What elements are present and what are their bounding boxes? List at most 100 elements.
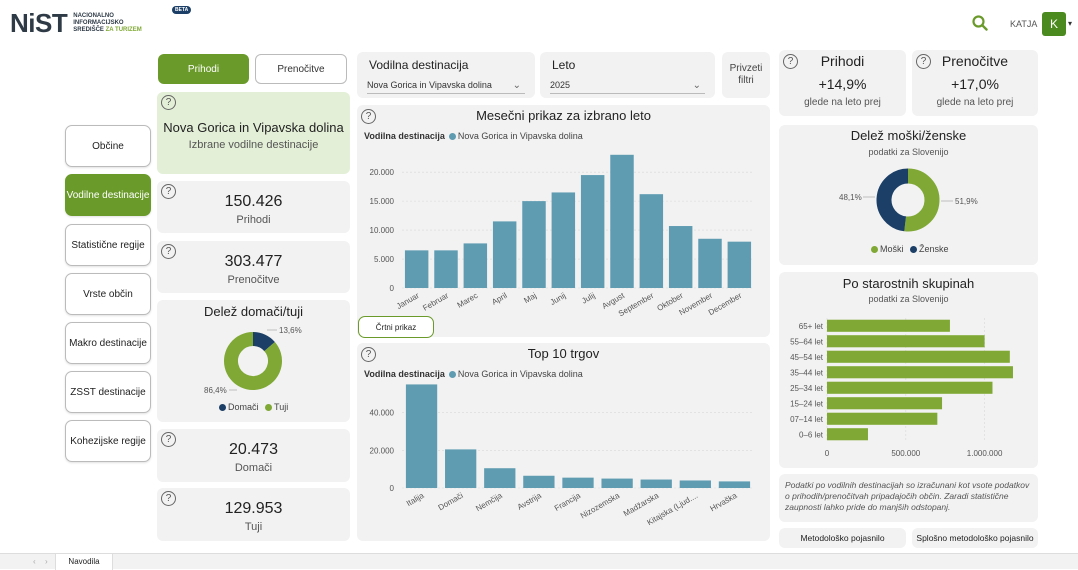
logo-sub-2: INFORMACIJSKO	[73, 19, 124, 26]
donut-slice	[252, 332, 275, 352]
bar	[492, 221, 517, 288]
x-tick-label: Nizozemska	[579, 491, 622, 521]
nav-label: Makro destinacije	[69, 337, 147, 349]
domaci-tuji-card: Delež domači/tuji 13,6% 86,4% Domači Tuj…	[157, 300, 350, 422]
nav-zsst-destinacije[interactable]: ZSST destinacije	[65, 371, 151, 413]
toggle-prenocitve-button[interactable]: Prenočitve	[255, 54, 347, 84]
y-tick-label: 20.000	[370, 446, 395, 455]
kpi-tuji: ? 129.953 Tuji	[157, 488, 350, 541]
bar	[434, 250, 458, 288]
kpi-value: 303.477	[224, 253, 283, 270]
bar	[522, 201, 546, 288]
logo-sub-1: NACIONALNO	[73, 12, 114, 19]
monthly-chart-card: ? Mesečni prikaz za izbrano leto Vodilna…	[357, 105, 770, 338]
tab-navodila[interactable]: Navodila	[55, 554, 113, 570]
bar	[405, 384, 438, 488]
bar	[827, 412, 938, 425]
tab-label: Navodila	[68, 557, 100, 566]
next-tab-icon[interactable]: ›	[45, 557, 48, 566]
year-dropdown-value: 2025	[550, 80, 571, 90]
bar	[551, 192, 576, 288]
nav-statisticne-regije[interactable]: Statistične regije	[65, 224, 151, 266]
bar	[580, 175, 605, 288]
donut-label-tuji: 86,4%	[204, 386, 227, 395]
donut-slice	[904, 168, 940, 232]
avatar[interactable]: K	[1042, 12, 1066, 36]
help-icon[interactable]: ?	[161, 95, 176, 110]
x-tick-label: Maj	[522, 291, 538, 305]
chevron-down-icon[interactable]: ▾	[1068, 19, 1072, 28]
y-tick-label: 15.000	[370, 197, 395, 206]
bar	[727, 241, 752, 288]
donut-label-zenske: 48,1%	[839, 193, 862, 202]
bar	[827, 381, 993, 394]
x-tick-label: Nemčija	[474, 491, 504, 514]
legend-domaci: Domači	[228, 402, 259, 412]
x-tick-label: Januar	[395, 291, 421, 311]
y-tick-label: 0	[390, 484, 395, 493]
reset-filters-button[interactable]: Privzeti filtri	[722, 52, 770, 98]
y-tick-label: 20.000	[370, 168, 395, 177]
y-tick-label: 5.000	[374, 255, 395, 264]
starost-card: Po starostnih skupinah podatki za Sloven…	[779, 272, 1038, 468]
legend-tuji: Tuji	[274, 402, 289, 412]
dest-filter-label: Vodilna destinacija	[369, 58, 469, 72]
bar	[639, 194, 664, 288]
nav-label: Občine	[92, 140, 124, 152]
year-filter-label: Leto	[552, 58, 576, 72]
dest-dropdown[interactable]: Nova Gorica in Vipavska dolina ⌄	[367, 76, 525, 94]
bar	[827, 319, 950, 332]
nav-makro-destinacije[interactable]: Makro destinacije	[65, 322, 151, 364]
logo[interactable]: NiST NACIONALNO INFORMACIJSKO SREDIŠČE Z…	[10, 6, 192, 38]
nav-vodilne-destinacije[interactable]: Vodilne destinacije	[65, 174, 151, 216]
line-view-button[interactable]: Črtni prikaz	[358, 316, 434, 338]
kpi-value: 20.473	[229, 441, 278, 458]
app-header: NiST NACIONALNO INFORMACIJSKO SREDIŠČE Z…	[0, 0, 1078, 48]
nav-kohezijske-regije[interactable]: Kohezijske regije	[65, 420, 151, 462]
starost-bar-chart: 0 500.000 1.000.000 65+ let 55–64 let 45–54 l…	[790, 318, 1013, 458]
moski-zenske-card: Delež moški/ženske podatki za Slovenijo …	[779, 125, 1038, 265]
splosno-button[interactable]: Splošno metodološko pojasnilo	[912, 528, 1038, 548]
kpi-domaci: ? 20.473 Domači	[157, 429, 350, 482]
x-tick-label: Francija	[553, 491, 583, 513]
metod-button[interactable]: Metodološko pojasnilo	[779, 528, 906, 548]
x-tick-label: 0	[825, 449, 830, 458]
kpi-label: Prihodi	[236, 214, 271, 226]
nav-label: Kohezijske regije	[70, 435, 146, 447]
nav-obcine[interactable]: Občine	[65, 125, 151, 167]
bar	[484, 468, 516, 488]
kpi-change-value: +17,0%	[951, 76, 999, 92]
bar	[827, 335, 985, 348]
top10-chart-card: ? Top 10 trgov Vodilna destinacija Nova G…	[357, 343, 770, 541]
kpi-change-value: +14,9%	[818, 76, 867, 92]
toggle-prihodi-button[interactable]: Prihodi	[158, 54, 249, 84]
donut-legend: Domači Tuji	[215, 402, 288, 412]
legend-zenske: Ženske	[919, 244, 949, 254]
y-tick-label: 65+ let	[799, 322, 824, 331]
x-tick-label: Februar	[421, 291, 450, 313]
kpi-label: Tuji	[244, 521, 263, 533]
bar	[679, 480, 711, 488]
search-icon[interactable]	[972, 15, 988, 31]
x-tick-label: Marec	[456, 291, 480, 310]
dest-dropdown-value: Nova Gorica in Vipavska dolina	[367, 80, 492, 90]
logo-text: NiST	[10, 7, 68, 38]
dest-filter: Vodilna destinacija Nova Gorica in Vipav…	[357, 52, 535, 98]
user-name: KATJA	[1010, 19, 1038, 29]
bar	[718, 481, 751, 488]
selection-subtitle: Izbrane vodilne destinacije	[188, 139, 319, 151]
y-tick-label: 40.000	[370, 409, 395, 418]
x-tick-label: December	[707, 291, 744, 317]
kpi-prihodi: ? 150.426 Prihodi	[157, 181, 350, 233]
bar	[610, 154, 634, 288]
bar	[523, 475, 555, 488]
bar	[827, 366, 1013, 379]
kpi-change-sub: glede na leto prej	[936, 97, 1014, 108]
year-dropdown[interactable]: 2025 ⌄	[550, 76, 705, 94]
avatar-initial: K	[1049, 17, 1058, 31]
nav-vrste-obcin[interactable]: Vrste občin	[65, 273, 151, 315]
prev-tab-icon[interactable]: ‹	[33, 557, 36, 566]
y-tick-label: 25–34 let	[790, 384, 824, 393]
kpi-label: Prenočitve	[227, 274, 280, 286]
chevron-down-icon: ⌄	[512, 80, 521, 91]
